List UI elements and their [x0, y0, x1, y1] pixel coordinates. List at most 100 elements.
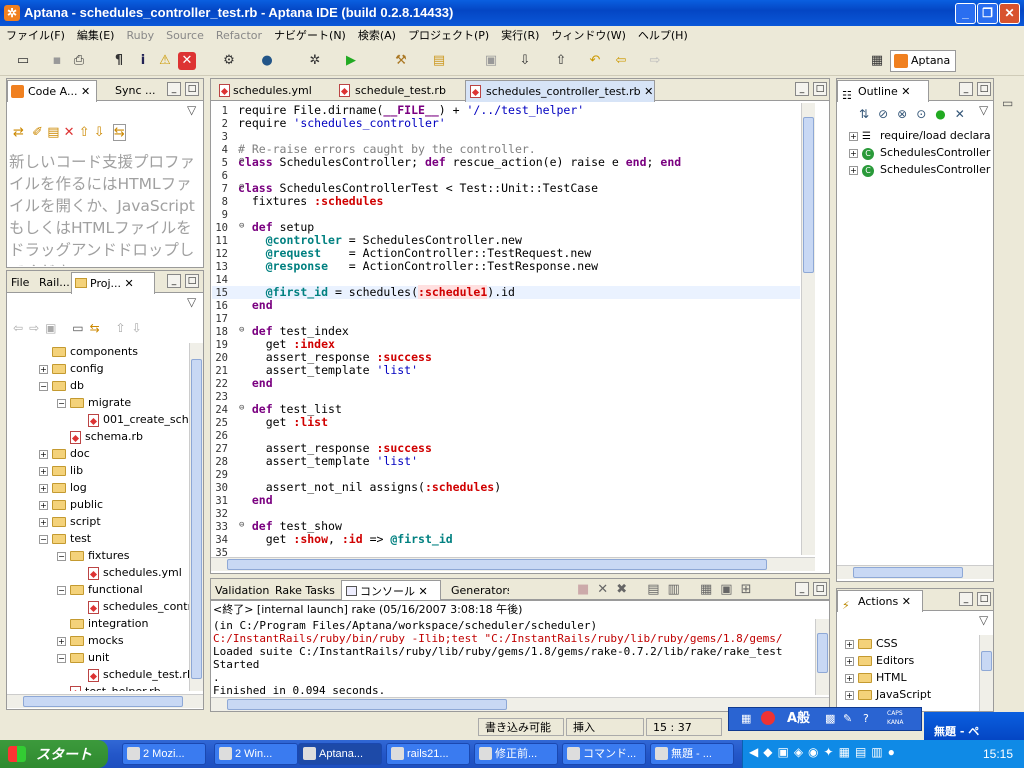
collapse-icon[interactable]: −	[57, 585, 66, 595]
collapse-icon[interactable]: −	[39, 381, 48, 391]
actions-item[interactable]: + Editors	[845, 652, 914, 669]
tree-item[interactable]: integration	[57, 615, 148, 632]
refresh-icon[interactable]: ⇄	[13, 125, 24, 140]
ime-pad-icon[interactable]: ▩	[825, 708, 835, 730]
last-edit-icon[interactable]: ↶	[586, 52, 604, 70]
minimize-view-button[interactable]: _	[959, 592, 973, 606]
close-tab-icon[interactable]: ✕	[419, 585, 428, 598]
toggle-icon[interactable]: ▣	[482, 52, 500, 70]
tree-item[interactable]: − fixtures	[57, 547, 130, 564]
tree-vscroll[interactable]	[189, 343, 203, 691]
tree-item[interactable]: + lib	[39, 462, 83, 479]
tree-item[interactable]: + script	[39, 513, 101, 530]
console-output[interactable]: <終了> [internal launch] rake (05/16/2007 …	[210, 600, 830, 712]
tree-item[interactable]: schema.rb	[57, 428, 143, 445]
code-line[interactable]: 25 get :list	[212, 416, 800, 430]
tray-display-icon[interactable]: ▤	[855, 745, 871, 759]
tray-security-icon[interactable]: ◈	[794, 745, 808, 759]
pin-console-icon[interactable]: ▦	[700, 582, 720, 597]
ime-icon[interactable]	[761, 711, 775, 725]
expand-icon[interactable]: +	[845, 690, 854, 700]
outline-hscroll[interactable]	[837, 565, 993, 579]
menu-ruby[interactable]: Ruby	[120, 26, 160, 45]
code-editor[interactable]: 1 require File.dirname(__FILE__) + '/../t…	[212, 102, 800, 557]
debug-icon[interactable]: ✲	[306, 52, 324, 70]
tab-rails[interactable]: Rail...	[35, 272, 71, 293]
tree-item[interactable]: schedule_test.rb	[75, 666, 189, 683]
expand-icon[interactable]: +	[57, 636, 66, 646]
filter-icon[interactable]: ✕	[955, 107, 974, 121]
collapse-icon[interactable]: −	[39, 534, 48, 544]
scroll-lock-icon[interactable]: ▥	[668, 582, 688, 597]
save-icon[interactable]: ▪	[48, 52, 66, 70]
ime-help-icon[interactable]: ?	[863, 708, 869, 730]
fold-toggle-icon[interactable]: ⊖	[239, 156, 244, 166]
tree-item[interactable]: − db	[39, 377, 84, 394]
console-vscroll-thumb[interactable]	[817, 633, 828, 673]
tree-item[interactable]: − test	[39, 530, 91, 547]
open-console-icon[interactable]: ⊞	[741, 582, 760, 597]
code-line[interactable]: 21 assert_template 'list'	[212, 364, 800, 378]
minimize-view-button[interactable]: _	[167, 82, 181, 96]
expand-icon[interactable]: +	[849, 165, 858, 175]
maximize-view-button[interactable]: □	[977, 82, 991, 96]
tree-item[interactable]: − functional	[57, 581, 143, 598]
menu-help[interactable]: ヘルプ(H)	[632, 26, 694, 45]
minimize-view-button[interactable]: _	[795, 82, 809, 96]
tree-vscroll-thumb[interactable]	[191, 359, 202, 679]
tree-item[interactable]: components	[39, 343, 138, 360]
tray-app-icon[interactable]: ◆	[763, 745, 777, 759]
start-button[interactable]: スタート	[0, 740, 108, 768]
code-line[interactable]: 16 end	[212, 299, 800, 313]
close-tab-icon[interactable]: ✕	[125, 277, 134, 290]
tree-item[interactable]: − unit	[57, 649, 109, 666]
tree-item[interactable]: + public	[39, 496, 103, 513]
collapse-icon[interactable]: −	[57, 551, 66, 561]
tray-arrow-icon[interactable]: ◀	[749, 745, 763, 759]
new-profile-icon[interactable]: ✐	[32, 125, 43, 140]
keyboard-icon[interactable]: ▦	[741, 708, 751, 730]
hide-non-public-icon[interactable]: ⊙	[916, 107, 935, 121]
perspective-aptana-button[interactable]: Aptana	[890, 50, 956, 72]
taskbar-button[interactable]: 修正前...	[474, 743, 558, 765]
code-line[interactable]: 31 end	[212, 494, 800, 508]
code-line[interactable]: 2 require 'schedules_controller'	[212, 117, 800, 131]
fold-toggle-icon[interactable]: ⊖	[239, 520, 244, 530]
close-window-button[interactable]: ✕	[999, 3, 1020, 24]
public-icon[interactable]: ●	[935, 107, 954, 121]
fold-toggle-icon[interactable]: ⊖	[239, 182, 244, 192]
menu-edit[interactable]: 編集(E)	[71, 26, 121, 45]
close-tab-icon[interactable]: ✕	[644, 85, 653, 98]
tab-project[interactable]: Proj... ✕	[71, 272, 155, 294]
tab-schedule-test[interactable]: schedule_test.rb	[335, 80, 463, 101]
maximize-button[interactable]: ❐	[977, 3, 998, 24]
ime-mode[interactable]: A般	[787, 708, 810, 730]
actions-vscroll[interactable]	[979, 635, 993, 711]
hide-static-icon[interactable]: ⊗	[897, 107, 916, 121]
menu-project[interactable]: プロジェクト(P)	[402, 26, 495, 45]
view-menu-icon[interactable]: ▽	[979, 613, 988, 627]
taskbar-button[interactable]: 無題 - ...	[650, 743, 734, 765]
actions-item[interactable]: + JavaScript	[845, 686, 931, 703]
ime-tools-icon[interactable]: ✎	[843, 708, 852, 730]
up-icon[interactable]: ⇧	[116, 321, 132, 335]
tab-schedules-controller-test[interactable]: schedules_controller_test.rb ✕	[465, 80, 655, 102]
taskbar-button[interactable]: Aptana...	[298, 743, 382, 765]
actions-item[interactable]: + HTML	[845, 669, 907, 686]
remove-all-icon[interactable]: ✖	[616, 582, 635, 597]
terminate-icon[interactable]: ■	[577, 582, 597, 597]
actions-item[interactable]: + CSS	[845, 635, 898, 652]
error-icon[interactable]: ✕	[178, 52, 196, 70]
collapse-icon[interactable]: −	[57, 398, 66, 408]
maximize-view-button[interactable]: □	[813, 582, 827, 596]
collapse-all-icon[interactable]: ▭	[72, 321, 89, 335]
tab-actions[interactable]: ⚡ Actions ✕	[837, 590, 923, 612]
back-icon[interactable]: ⇦	[612, 52, 630, 70]
tree-hscroll-thumb[interactable]	[23, 696, 183, 707]
collapse-icon[interactable]: −	[57, 653, 66, 663]
tab-schedules-yml[interactable]: schedules.yml	[215, 80, 333, 101]
next-annotation-icon[interactable]: ⇩	[516, 52, 534, 70]
tree-item[interactable]: + config	[39, 360, 104, 377]
close-tab-icon[interactable]: ✕	[902, 595, 911, 608]
delete-icon[interactable]: ✕	[64, 125, 75, 140]
